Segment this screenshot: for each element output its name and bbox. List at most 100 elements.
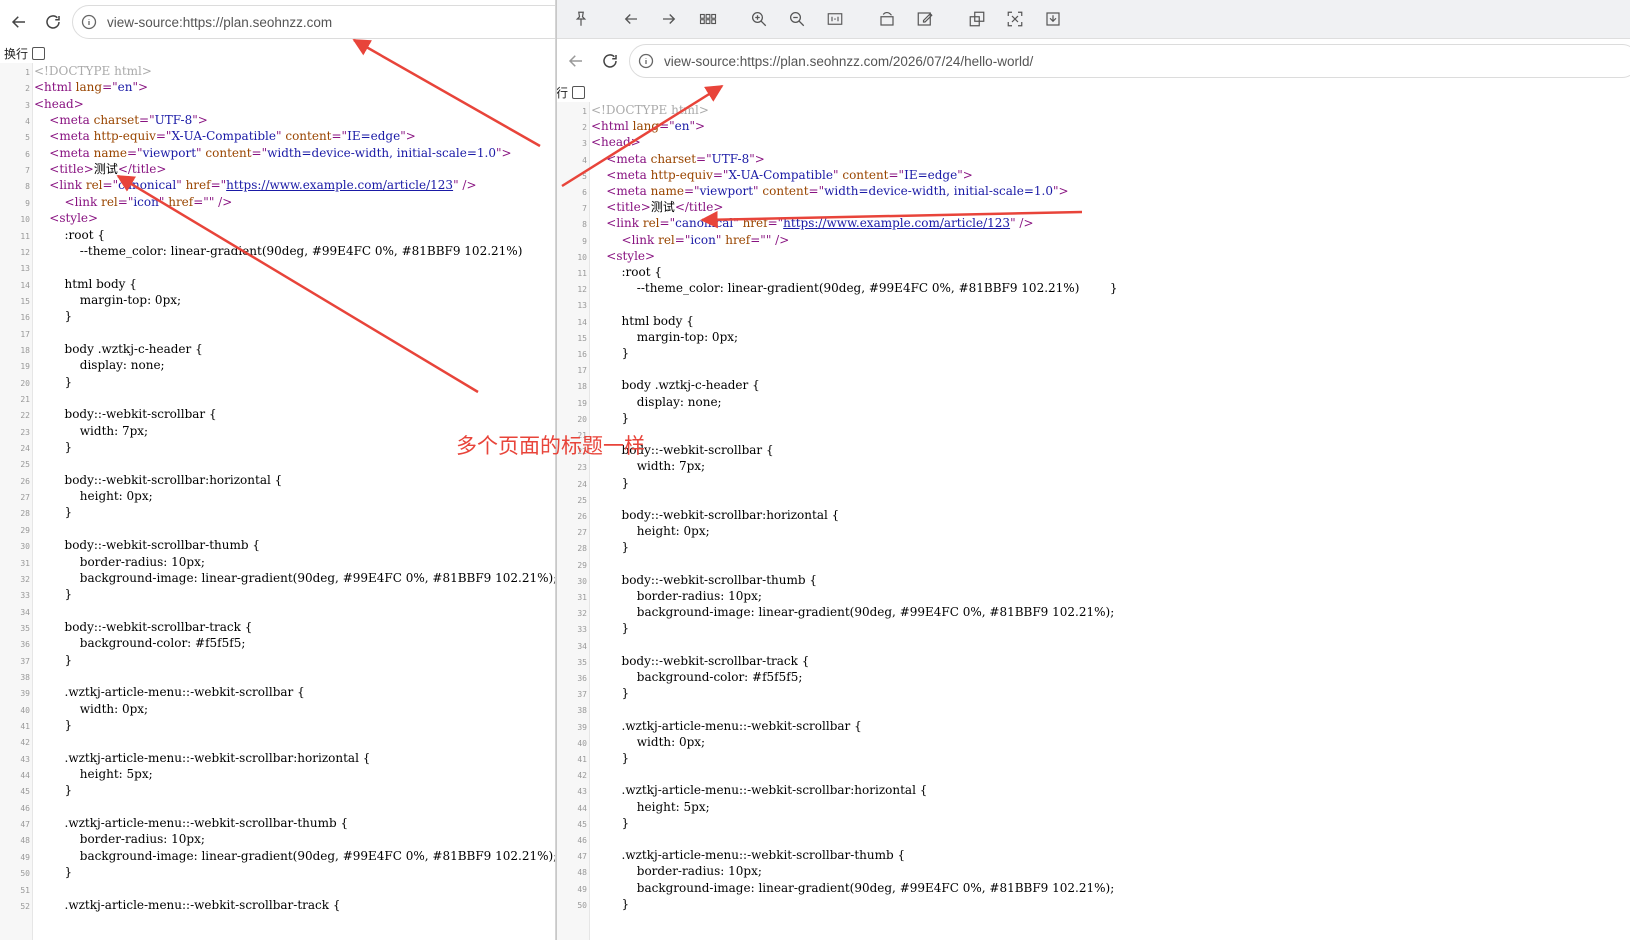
- line-source: background-image: linear-gradient(90deg,…: [34, 570, 556, 585]
- code-line: 33 }: [557, 620, 629, 636]
- code-line: 30 body::-webkit-scrollbar-thumb {: [557, 572, 817, 588]
- back-arrow-icon[interactable]: [4, 7, 34, 37]
- fit-icon[interactable]: [825, 9, 845, 29]
- rotate-icon[interactable]: [877, 9, 897, 29]
- line-source: <link rel="canonical" href="https://www.…: [49, 178, 477, 193]
- pin-icon[interactable]: [571, 9, 591, 29]
- line-source: .wztkj-article-menu::-webkit-scrollbar-t…: [591, 848, 906, 863]
- line-source: <title>测试</title>: [606, 200, 724, 215]
- zoom-in-icon[interactable]: [749, 9, 769, 29]
- line-source: width: 7px;: [34, 423, 149, 438]
- right-wrap-toggle[interactable]: 换行: [557, 83, 586, 101]
- code-line: 24 }: [557, 475, 629, 491]
- code-line: 11 :root {: [557, 264, 662, 280]
- right-address-bar[interactable]: view-source:https://plan.seohnzz.com/202…: [629, 44, 1630, 78]
- code-line: 13: [0, 259, 34, 275]
- code-line: 32 background-image: linear-gradient(90d…: [0, 570, 556, 586]
- screenshot-icon[interactable]: [1005, 9, 1025, 29]
- back-arrow-icon[interactable]: [621, 9, 641, 29]
- code-line: 28 }: [0, 504, 72, 520]
- code-line: 16 }: [557, 345, 629, 361]
- code-line: 8 <link rel="canonical" href="https://ww…: [0, 177, 477, 193]
- line-source: }: [591, 410, 630, 425]
- line-source: display: none;: [34, 358, 165, 373]
- code-line: 6 <meta name="viewport" content="width=d…: [0, 145, 511, 161]
- code-line: 17: [0, 325, 34, 341]
- code-line: 3 <head>: [557, 134, 641, 150]
- code-line: 12 --theme_color: linear-gradient(90deg,…: [557, 280, 1117, 296]
- code-line: 6 <meta name="viewport" content="width=d…: [557, 183, 1068, 199]
- code-line: 50 }: [557, 896, 629, 912]
- grid-icon[interactable]: [697, 9, 719, 29]
- line-source: }: [591, 896, 630, 911]
- code-line: 2 <html lang="en">: [557, 118, 705, 134]
- line-source: }: [34, 505, 73, 520]
- line-source: <!DOCTYPE html>: [591, 103, 709, 117]
- code-line: 3 <head>: [0, 96, 84, 112]
- code-line: 17: [557, 361, 591, 377]
- left-address-bar[interactable]: view-source:https://plan.seohnzz.com: [72, 5, 556, 39]
- copy-icon[interactable]: [967, 9, 987, 29]
- line-source: }: [34, 374, 73, 389]
- code-line: 19 display: none;: [557, 394, 721, 410]
- line-source: width: 0px;: [34, 701, 149, 716]
- line-source: .wztkj-article-menu::-webkit-scrollbar-t…: [34, 897, 341, 912]
- line-source: }: [591, 621, 630, 636]
- line-source: <meta http-equiv="X-UA-Compatible" conte…: [49, 129, 416, 144]
- code-line: 39 .wztkj-article-menu::-webkit-scrollba…: [0, 684, 304, 700]
- line-source: border-radius: 10px;: [34, 832, 205, 847]
- code-line: 42: [557, 766, 591, 782]
- download-icon[interactable]: [1043, 9, 1063, 29]
- code-line: 39 .wztkj-article-menu::-webkit-scrollba…: [557, 718, 861, 734]
- line-source: <style>: [49, 211, 99, 226]
- code-line: 24 }: [0, 439, 72, 455]
- code-line: 41 }: [557, 750, 629, 766]
- code-line: 8 <link rel="canonical" href="https://ww…: [557, 215, 1033, 231]
- wrap-checkbox[interactable]: [32, 46, 46, 60]
- line-source: background-color: #f5f5f5;: [34, 636, 246, 651]
- code-line: 16 }: [0, 308, 72, 324]
- wrap-checkbox[interactable]: [572, 85, 586, 99]
- code-line: 7 <title>测试</title>: [557, 199, 723, 215]
- code-line: 15 margin-top: 0px;: [0, 292, 181, 308]
- reload-icon[interactable]: [595, 46, 625, 76]
- code-line: 23 width: 7px;: [0, 423, 148, 439]
- code-line: 31 border-radius: 10px;: [557, 588, 762, 604]
- info-icon[interactable]: [81, 14, 97, 30]
- code-line: 19 display: none;: [0, 357, 165, 373]
- code-line: 27 height: 0px;: [557, 523, 709, 539]
- info-icon[interactable]: [638, 53, 654, 69]
- line-source: <!DOCTYPE html>: [34, 64, 152, 78]
- line-source: }: [34, 783, 73, 798]
- line-number: 50: [577, 900, 587, 910]
- code-line: 37 }: [0, 652, 72, 668]
- edit-icon[interactable]: [915, 9, 935, 29]
- code-line: 48 border-radius: 10px;: [0, 831, 205, 847]
- code-line: 15 margin-top: 0px;: [557, 329, 738, 345]
- left-wrap-toggle[interactable]: 换行: [4, 44, 46, 62]
- code-line: 50 }: [0, 864, 72, 880]
- line-source: body::-webkit-scrollbar-track {: [591, 653, 810, 668]
- line-source: height: 5px;: [34, 767, 153, 782]
- line-source: background-color: #f5f5f5;: [591, 670, 803, 684]
- line-source: <head>: [591, 135, 641, 150]
- line-source: width: 7px;: [591, 459, 706, 474]
- right-url-text[interactable]: view-source:https://plan.seohnzz.com/202…: [664, 54, 1033, 69]
- code-line: 31 border-radius: 10px;: [0, 554, 205, 570]
- code-line: 14 html body {: [0, 276, 137, 292]
- code-line: 51: [0, 881, 34, 897]
- reload-icon[interactable]: [38, 7, 68, 37]
- code-line: 37 }: [557, 685, 629, 701]
- line-source: <title>测试</title>: [49, 162, 167, 177]
- code-line: 30 body::-webkit-scrollbar-thumb {: [0, 537, 260, 553]
- back-arrow-icon[interactable]: [561, 46, 591, 76]
- left-url-text[interactable]: view-source:https://plan.seohnzz.com: [107, 15, 332, 30]
- line-source: html body {: [34, 276, 137, 291]
- code-line: 9 <link rel="icon" href="" />: [0, 194, 232, 210]
- left-browser-pane: view-source:https://plan.seohnzz.com 换行 …: [0, 0, 556, 940]
- forward-arrow-icon[interactable]: [659, 9, 679, 29]
- line-source: body .wztkj-c-header {: [591, 378, 760, 393]
- zoom-out-icon[interactable]: [787, 9, 807, 29]
- code-line: 49 background-image: linear-gradient(90d…: [557, 880, 1114, 896]
- code-line: 47 .wztkj-article-menu::-webkit-scrollba…: [557, 847, 905, 863]
